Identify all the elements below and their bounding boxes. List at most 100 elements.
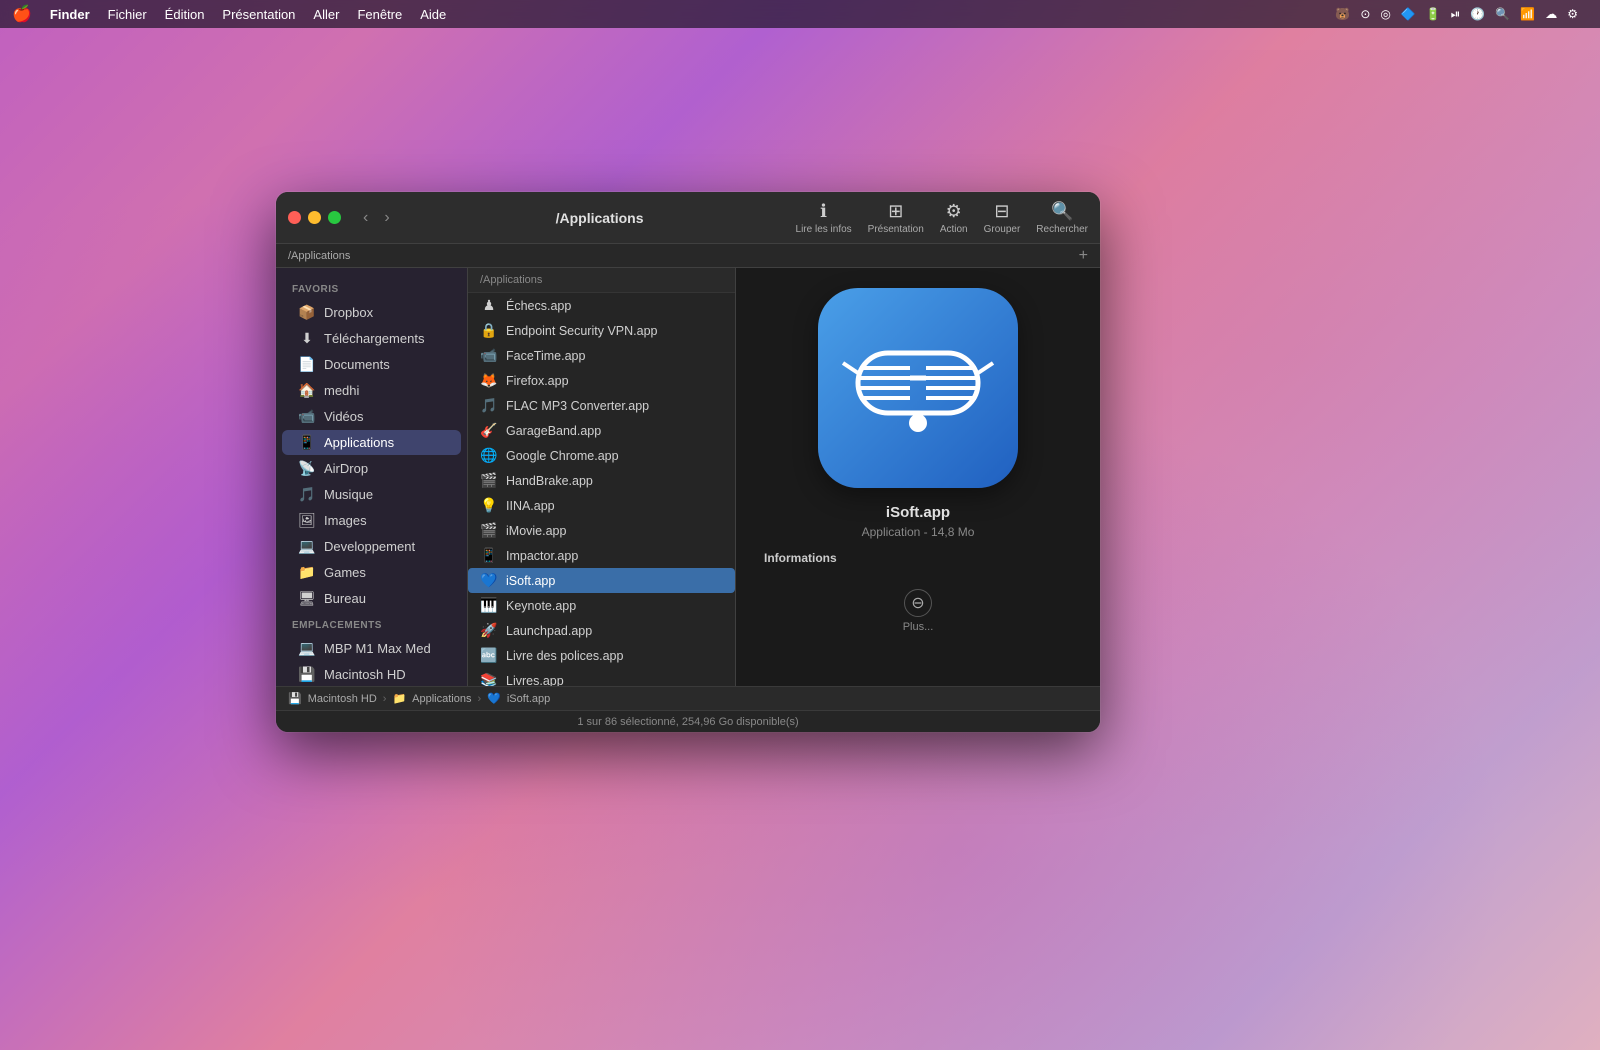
app-icon: 📱 <box>480 547 498 564</box>
list-item[interactable]: 🎵 FLAC MP3 Converter.app <box>468 393 735 418</box>
close-button[interactable] <box>288 211 301 224</box>
apple-menu[interactable]: 🍎 <box>12 4 32 24</box>
emplacements-label: Emplacements <box>276 612 467 635</box>
menubar-battery-icon[interactable]: 🔋 <box>1426 7 1441 21</box>
app-icon: 🎬 <box>480 472 498 489</box>
toolbar-search[interactable]: 🔍 Rechercher <box>1036 201 1088 235</box>
status-text: 1 sur 86 sélectionné, 254,96 Go disponib… <box>577 716 798 728</box>
toolbar-info[interactable]: ℹ Lire les infos <box>796 201 852 235</box>
path-hd[interactable]: Macintosh HD <box>308 693 377 705</box>
add-button[interactable]: + <box>1079 248 1088 264</box>
list-item[interactable]: 🔒 Endpoint Security VPN.app <box>468 318 735 343</box>
app-icon-svg <box>838 308 998 468</box>
menubar-media-icon[interactable]: ⏯ <box>1451 7 1461 22</box>
path-folder[interactable]: Applications <box>412 693 471 705</box>
menubar-presentation[interactable]: Présentation <box>222 7 295 22</box>
app-icon: 💙 <box>480 572 498 589</box>
path-file[interactable]: iSoft.app <box>507 693 550 705</box>
list-item[interactable]: 🎸 GarageBand.app <box>468 418 735 443</box>
menubar-airdrop-icon[interactable]: ◎ <box>1380 7 1390 21</box>
list-item[interactable]: 🔤 Livre des polices.app <box>468 643 735 668</box>
list-item[interactable]: 🎬 iMovie.app <box>468 518 735 543</box>
menubar-edition[interactable]: Édition <box>165 7 205 22</box>
sidebar-item-label: Games <box>324 565 366 580</box>
sidebar-item-bureau[interactable]: 🖥 Bureau <box>282 586 461 611</box>
toolbar-action[interactable]: ⚙ Action <box>940 201 968 235</box>
app-icon: 💡 <box>480 497 498 514</box>
menubar-left: 🍎 Finder Fichier Édition Présentation Al… <box>12 4 446 24</box>
sidebar-item-videos[interactable]: 📹 Vidéos <box>282 404 461 429</box>
menubar-search-icon[interactable]: 🔍 <box>1495 7 1510 21</box>
file-name: Firefox.app <box>506 374 569 388</box>
menubar-fenetre[interactable]: Fenêtre <box>357 7 402 22</box>
sidebar-item-airdrop[interactable]: 📡 AirDrop <box>282 456 461 481</box>
sidebar-item-documents[interactable]: 📄 Documents <box>282 352 461 377</box>
menubar-battlepants-icon[interactable]: 🐻 <box>1335 7 1350 21</box>
window-title: /Applications <box>412 210 788 226</box>
sidebar-item-macintosh-hd[interactable]: 💾 Macintosh HD <box>282 662 461 686</box>
menubar-wifi-icon[interactable]: 📶 <box>1520 7 1535 21</box>
list-item[interactable]: 📱 Impactor.app <box>468 543 735 568</box>
sidebar-item-telecharger[interactable]: ⬇ Téléchargements <box>282 326 461 351</box>
minimize-button[interactable] <box>308 211 321 224</box>
app-icon: 🔒 <box>480 322 498 339</box>
menubar-time-machine-icon[interactable]: 🕐 <box>1470 7 1485 21</box>
more-button[interactable]: ⊖ <box>904 589 932 617</box>
action-icon: ⚙ <box>946 201 962 222</box>
file-name: Google Chrome.app <box>506 449 619 463</box>
file-name: Launchpad.app <box>506 624 592 638</box>
list-item[interactable]: ♟ Échecs.app <box>468 293 735 318</box>
path-icon-file: 💙 <box>487 692 501 705</box>
menubar-aller[interactable]: Aller <box>313 7 339 22</box>
list-item[interactable]: 🦊 Firefox.app <box>468 368 735 393</box>
dev-icon: 💻 <box>298 538 316 555</box>
videos-icon: 📹 <box>298 408 316 425</box>
sidebar-item-medhi[interactable]: 🏠 medhi <box>282 378 461 403</box>
toolbar-group[interactable]: ⊟ Grouper <box>984 201 1021 235</box>
menubar-right: 🐻 ⊙ ◎ 🔷 🔋 ⏯ 🕐 🔍 📶 ☁ ⚙ <box>1335 7 1588 22</box>
preview-info-label: Informations <box>756 551 1080 565</box>
menubar-control-center-icon[interactable]: ⚙ <box>1567 7 1578 21</box>
list-item[interactable]: 💡 IINA.app <box>468 493 735 518</box>
menubar-icloud-icon[interactable]: ☁ <box>1545 7 1557 21</box>
preview-more[interactable]: ⊖ Plus... <box>903 589 934 633</box>
path-icon-folder: 📁 <box>392 692 406 705</box>
preview-type: Application <box>862 525 921 539</box>
list-item[interactable]: 🎹 Keynote.app <box>468 593 735 618</box>
favoris-label: Favoris <box>276 276 467 299</box>
sidebar-item-musique[interactable]: 🎵 Musique <box>282 482 461 507</box>
content-area: Favoris 📦 Dropbox ⬇ Téléchargements 📄 Do… <box>276 268 1100 686</box>
sidebar-item-developpement[interactable]: 💻 Developpement <box>282 534 461 559</box>
toolbar-nav[interactable]: ‹ › <box>357 207 396 229</box>
forward-button[interactable]: › <box>378 207 395 229</box>
sidebar-item-games[interactable]: 📁 Games <box>282 560 461 585</box>
toolbar-view[interactable]: ⊞ Présentation <box>868 201 924 235</box>
menubar-aide[interactable]: Aide <box>420 7 446 22</box>
list-item[interactable]: 🎬 HandBrake.app <box>468 468 735 493</box>
dropbox-icon: 📦 <box>298 304 316 321</box>
menubar-screen-icon[interactable]: ⊙ <box>1360 7 1370 21</box>
sidebar-item-applications[interactable]: 📱 Applications <box>282 430 461 455</box>
list-item[interactable]: 🌐 Google Chrome.app <box>468 443 735 468</box>
file-name: IINA.app <box>506 499 555 513</box>
app-icon: 🚀 <box>480 622 498 639</box>
back-button[interactable]: ‹ <box>357 207 374 229</box>
list-item-selected[interactable]: 💙 iSoft.app <box>468 568 735 593</box>
list-item[interactable]: 🚀 Launchpad.app <box>468 618 735 643</box>
menubar-app-name[interactable]: Finder <box>50 7 90 22</box>
list-item[interactable]: 📚 Livres.app <box>468 668 735 686</box>
menubar-bluetooth-icon[interactable]: 🔷 <box>1401 7 1416 21</box>
sidebar-item-images[interactable]: 🖼 Images <box>282 508 461 533</box>
sidebar-item-dropbox[interactable]: 📦 Dropbox <box>282 300 461 325</box>
file-name: Échecs.app <box>506 299 571 313</box>
maximize-button[interactable] <box>328 211 341 224</box>
list-item[interactable]: 📹 FaceTime.app <box>468 343 735 368</box>
window-controls[interactable] <box>288 211 341 224</box>
sidebar-item-label: Applications <box>324 435 394 450</box>
path-bar: 💾 Macintosh HD › 📁 Applications › 💙 iSof… <box>276 686 1100 710</box>
sidebar-item-mbp[interactable]: 💻 MBP M1 Max Med <box>282 636 461 661</box>
menubar-fichier[interactable]: Fichier <box>108 7 147 22</box>
view-icon: ⊞ <box>888 201 903 222</box>
file-name: Keynote.app <box>506 599 576 613</box>
preview-panel: iSoft.app Application - 14,8 Mo Informat… <box>736 268 1100 686</box>
